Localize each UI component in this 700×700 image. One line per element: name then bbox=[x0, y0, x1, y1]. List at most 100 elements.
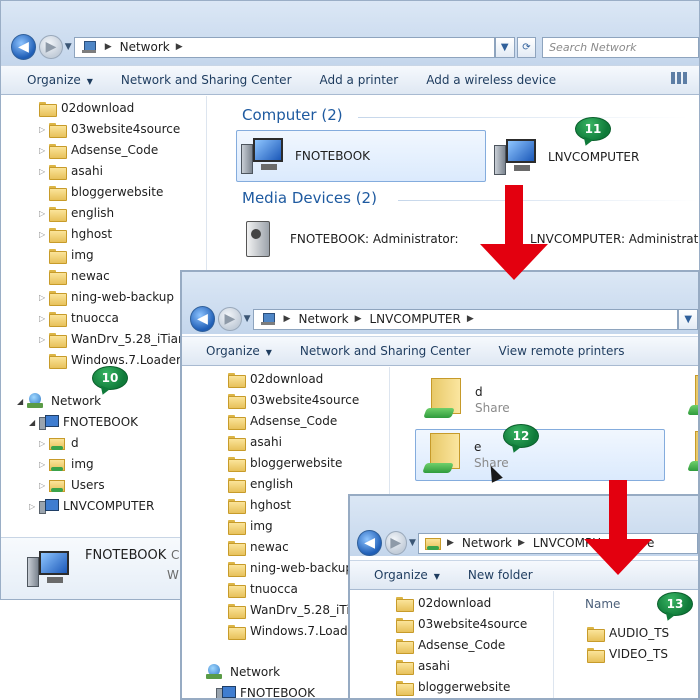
tree-item[interactable]: Windows.7.Loader. bbox=[228, 621, 363, 641]
tree-item-share[interactable]: ▷ Users bbox=[39, 475, 105, 495]
tree-item-share[interactable]: ▷ d bbox=[39, 433, 79, 453]
group-header-computer[interactable]: Computer (2) bbox=[242, 106, 343, 124]
collapse-arrow-icon[interactable]: ◢ bbox=[29, 418, 39, 427]
recent-pages-dropdown-icon[interactable]: ▼ bbox=[409, 538, 416, 548]
tree-item-share[interactable]: ▷ img bbox=[39, 454, 94, 474]
breadcrumb-network[interactable]: Network bbox=[120, 40, 170, 54]
share-item-e[interactable]: e Share bbox=[415, 429, 665, 481]
breadcrumb-lnvcomputer[interactable]: LNVCOMPUTER bbox=[370, 312, 461, 326]
breadcrumb-network[interactable]: Network bbox=[298, 312, 348, 326]
network-sharing-center-button[interactable]: Network and Sharing Center bbox=[107, 73, 306, 87]
tree-item[interactable]: 02download bbox=[396, 593, 491, 613]
breadcrumb-chevron-icon[interactable]: ▶ bbox=[176, 42, 183, 52]
tree-item[interactable]: tnuocca bbox=[228, 579, 298, 599]
tree-item[interactable]: 03website4source bbox=[228, 390, 359, 410]
file-item[interactable]: AUDIO_TS bbox=[587, 623, 669, 643]
address-dropdown-icon[interactable]: ▼ bbox=[678, 308, 698, 330]
tree-item[interactable]: ▷ hghost bbox=[39, 224, 112, 244]
add-printer-button[interactable]: Add a printer bbox=[306, 73, 413, 87]
expand-arrow-icon[interactable]: ▷ bbox=[39, 335, 49, 344]
expand-arrow-icon[interactable]: ▷ bbox=[29, 502, 39, 511]
file-item[interactable]: VIDEO_TS bbox=[587, 644, 668, 664]
view-options-icon[interactable] bbox=[671, 72, 693, 88]
network-sharing-center-button[interactable]: Network and Sharing Center bbox=[286, 344, 485, 358]
tree-item[interactable]: ▷ WanDrv_5.28_iTianKo bbox=[39, 329, 200, 349]
media-device-lnvcomputer[interactable]: LNVCOMPUTER: Administrat bbox=[530, 216, 698, 262]
tree-item[interactable]: ▷ english bbox=[39, 203, 114, 223]
refresh-icon[interactable]: ⟳ bbox=[516, 36, 537, 58]
tree-item[interactable]: english bbox=[228, 474, 293, 494]
address-bar[interactable]: ▶ Network ▶ LNVCOMPU e bbox=[417, 532, 698, 554]
tree-item-network[interactable]: Network bbox=[206, 662, 280, 682]
tree-item[interactable]: WanDrv_5.28_iTian bbox=[228, 600, 365, 620]
address-bar[interactable]: ▶ Network ▶ bbox=[73, 36, 495, 58]
organize-menu[interactable]: Organize ▼ bbox=[350, 568, 454, 582]
breadcrumb-chevron-icon[interactable]: ▶ bbox=[518, 538, 525, 548]
tree-item[interactable]: Adsense_Code bbox=[396, 635, 505, 655]
forward-button[interactable]: ▶ bbox=[39, 35, 63, 59]
new-folder-button[interactable]: New folder bbox=[454, 568, 547, 582]
tree-item[interactable]: 02download bbox=[39, 98, 134, 118]
organize-menu[interactable]: Organize ▼ bbox=[1, 73, 107, 87]
expand-arrow-icon[interactable]: ▷ bbox=[39, 230, 49, 239]
computer-item-lnvcomputer[interactable]: LNVCOMPUTER bbox=[494, 132, 639, 182]
back-button[interactable]: ◀ bbox=[357, 530, 382, 556]
tree-item[interactable]: asahi bbox=[396, 656, 450, 676]
back-button[interactable]: ◀ bbox=[189, 306, 216, 332]
tree-item[interactable]: newac bbox=[228, 537, 289, 557]
expand-arrow-icon[interactable]: ▷ bbox=[39, 146, 49, 155]
breadcrumb-separator-icon[interactable]: ▶ bbox=[105, 42, 112, 52]
tree-item[interactable]: img bbox=[49, 245, 94, 265]
search-input[interactable]: Search Network bbox=[542, 36, 699, 58]
breadcrumb-network[interactable]: Network bbox=[462, 536, 512, 550]
add-wireless-device-button[interactable]: Add a wireless device bbox=[412, 73, 570, 87]
tree-item[interactable]: bloggerwebsite bbox=[396, 677, 510, 697]
media-device-fnotebook[interactable]: FNOTEBOOK: Administrator: bbox=[242, 216, 459, 262]
tree-item[interactable]: ▷ 03website4source bbox=[39, 119, 180, 139]
breadcrumb-chevron-icon[interactable]: ▶ bbox=[355, 314, 362, 324]
address-bar[interactable]: ▶ Network ▶ LNVCOMPUTER ▶ bbox=[252, 308, 679, 330]
breadcrumb-separator-icon[interactable]: ▶ bbox=[284, 314, 291, 324]
view-remote-printers-button[interactable]: View remote printers bbox=[485, 344, 639, 358]
tree-item[interactable]: ning-web-backup bbox=[228, 558, 353, 578]
expand-arrow-icon[interactable]: ▷ bbox=[39, 439, 49, 448]
tree-item[interactable]: img bbox=[228, 516, 273, 536]
tree-item-fnotebook[interactable]: ◢ FNOTEBOOK bbox=[29, 412, 138, 432]
tree-item[interactable]: Adsense_Code bbox=[228, 411, 337, 431]
address-dropdown-icon[interactable]: ▼ bbox=[494, 36, 515, 58]
expand-arrow-icon[interactable]: ▷ bbox=[39, 293, 49, 302]
column-header-name[interactable]: Name bbox=[585, 597, 620, 611]
tree-item[interactable]: Windows.7.Loader.v1 bbox=[49, 350, 198, 370]
recent-pages-dropdown-icon[interactable]: ▼ bbox=[65, 42, 72, 52]
group-header-media[interactable]: Media Devices (2) bbox=[242, 189, 377, 207]
breadcrumb-separator-icon[interactable]: ▶ bbox=[447, 538, 454, 548]
expand-arrow-icon[interactable]: ▷ bbox=[39, 460, 49, 469]
back-button[interactable]: ◀ bbox=[10, 34, 37, 60]
expand-arrow-icon[interactable]: ▷ bbox=[39, 209, 49, 218]
collapse-arrow-icon[interactable]: ◢ bbox=[17, 397, 27, 406]
tree-item[interactable]: asahi bbox=[228, 432, 282, 452]
tree-item[interactable]: newac bbox=[49, 266, 110, 286]
expand-arrow-icon[interactable]: ▷ bbox=[39, 314, 49, 323]
recent-pages-dropdown-icon[interactable]: ▼ bbox=[244, 314, 251, 324]
tree-item[interactable]: 03website4source bbox=[396, 614, 527, 634]
organize-menu[interactable]: Organize ▼ bbox=[182, 344, 286, 358]
shared-folder-icon[interactable] bbox=[687, 375, 698, 419]
breadcrumb-chevron-icon[interactable]: ▶ bbox=[467, 314, 474, 324]
shared-folder-icon[interactable] bbox=[687, 431, 698, 475]
tree-item[interactable]: 02download bbox=[228, 369, 323, 389]
tree-item[interactable]: ▷ asahi bbox=[39, 161, 103, 181]
tree-item[interactable]: bloggerwebsite bbox=[49, 182, 163, 202]
forward-button[interactable]: ▶ bbox=[384, 531, 408, 555]
tree-item-lnvcomputer[interactable]: ▷ LNVCOMPUTER bbox=[29, 496, 154, 516]
expand-arrow-icon[interactable]: ▷ bbox=[39, 481, 49, 490]
tree-item[interactable]: ▷ Adsense_Code bbox=[39, 140, 158, 160]
tree-item[interactable]: ▷ tnuocca bbox=[39, 308, 119, 328]
expand-arrow-icon[interactable]: ▷ bbox=[39, 167, 49, 176]
tree-item[interactable]: hghost bbox=[228, 495, 291, 515]
forward-button[interactable]: ▶ bbox=[218, 307, 242, 331]
tree-item[interactable]: bloggerwebsite bbox=[228, 453, 342, 473]
tree-item[interactable]: ▷ ning-web-backup bbox=[39, 287, 174, 307]
share-item-d[interactable]: d Share bbox=[419, 375, 665, 425]
computer-item-fnotebook[interactable]: FNOTEBOOK bbox=[236, 130, 486, 182]
